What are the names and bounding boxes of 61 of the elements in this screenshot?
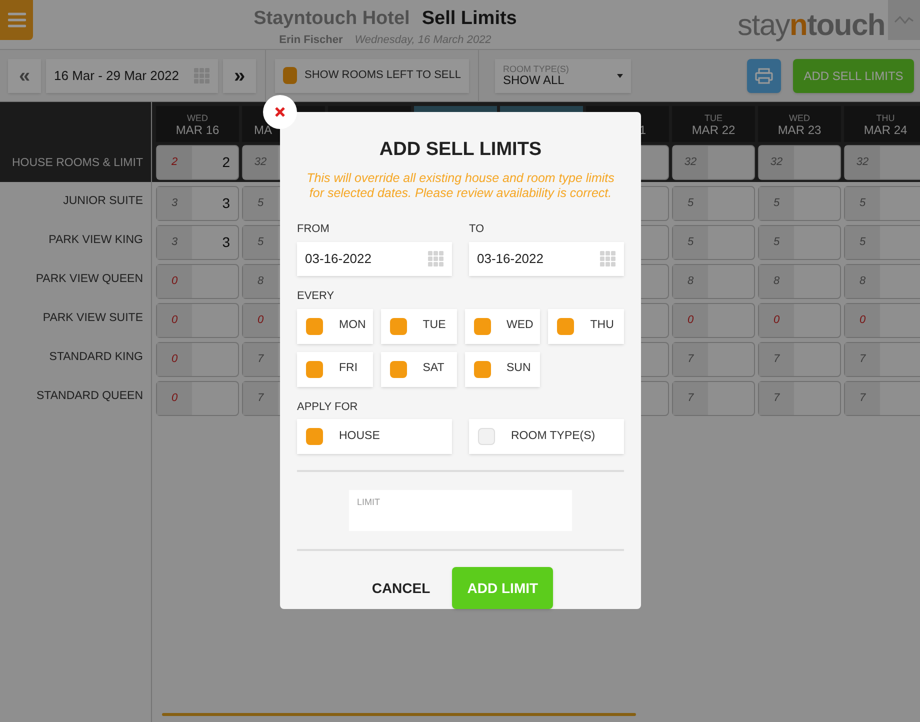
section-label: APPLY FOR <box>297 400 359 414</box>
availability-value: 5 <box>673 226 708 259</box>
availability-value: 7 <box>759 382 794 415</box>
dropdown-value: SHOW ALL <box>503 74 564 86</box>
availability-value: 3 <box>157 187 192 220</box>
row-label: STANDARD KING <box>49 350 143 365</box>
column-header: THU MAR 24 <box>844 106 920 142</box>
field-label: FROM <box>297 222 330 236</box>
row-label: PARK VIEW SUITE <box>42 310 143 326</box>
availability-value: 3 <box>157 226 192 259</box>
limit-value: 2 <box>221 153 231 172</box>
dropdown-label: ROOM TYPE(S) <box>503 65 569 74</box>
availability-value: 7 <box>673 382 708 415</box>
availability-value: 2 <box>157 146 192 179</box>
availability-value: 0 <box>157 343 192 376</box>
availability-value: 32 <box>845 146 880 179</box>
availability-value: 0 <box>243 304 278 337</box>
section-label: EVERY <box>297 289 336 304</box>
availability-value: 32 <box>673 146 708 179</box>
availability-value: 5 <box>243 226 278 259</box>
availability-value: 7 <box>845 382 880 415</box>
row-label: HOUSE ROOMS & LIMIT <box>12 156 143 171</box>
availability-value: 8 <box>845 265 880 298</box>
availability-value: 0 <box>157 265 192 298</box>
field-label: TO <box>469 222 486 236</box>
user-name: Erin Fischer <box>279 32 343 48</box>
availability-value: 5 <box>845 226 880 259</box>
availability-value: 5 <box>673 187 708 220</box>
availability-value: 8 <box>759 265 794 298</box>
availability-value: 7 <box>243 382 278 415</box>
availability-value: 0 <box>157 304 192 337</box>
availability-value: 32 <box>759 146 794 179</box>
column-header: TUE MAR 22 <box>672 106 755 142</box>
row-label: PARK VIEW QUEEN <box>36 272 143 287</box>
availability-value: 32 <box>243 146 278 179</box>
dialog-title: ADD SELL LIMITS <box>378 138 543 162</box>
limit-value: 3 <box>221 194 231 213</box>
availability-value: 0 <box>845 304 880 337</box>
availability-value: 8 <box>243 265 278 298</box>
hotel-name: Stayntouch Hotel <box>254 7 410 31</box>
availability-value: 5 <box>845 187 880 220</box>
availability-value: 5 <box>759 187 794 220</box>
availability-value: 0 <box>673 304 708 337</box>
availability-value: 0 <box>157 382 192 415</box>
column-header: WED MAR 23 <box>758 106 841 142</box>
availability-value: 7 <box>243 343 278 376</box>
availability-value: 5 <box>759 226 794 259</box>
row-label: PARK VIEW KING <box>48 232 143 248</box>
row-label: STANDARD QUEEN <box>36 388 143 404</box>
availability-value: 7 <box>673 343 708 376</box>
availability-value: 0 <box>759 304 794 337</box>
availability-value: 8 <box>673 265 708 298</box>
row-label: JUNIOR SUITE <box>63 194 143 209</box>
limit-value: 3 <box>221 233 231 252</box>
availability-value: 7 <box>759 343 794 376</box>
availability-value: 7 <box>845 343 880 376</box>
page-title: Sell Limits <box>422 7 517 31</box>
logo: stayntouch <box>737 8 885 44</box>
column-header: WED MAR 16 <box>156 106 239 142</box>
availability-value: 5 <box>243 187 278 220</box>
warning-text: This will override all existing house and room type limits for selected dates. Please review availability is correct. <box>306 170 616 200</box>
